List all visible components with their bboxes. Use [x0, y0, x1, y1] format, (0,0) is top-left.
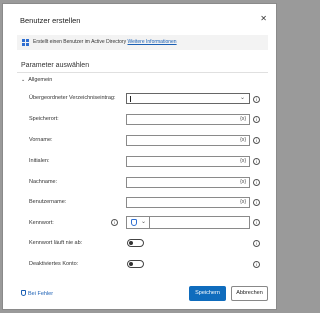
close-icon[interactable]: ✕: [260, 15, 267, 23]
variable-icon[interactable]: {x}: [240, 179, 246, 185]
lastname-field[interactable]: {x}: [126, 177, 250, 188]
disabled-account-label: Deaktiviertes Konto:: [29, 261, 79, 267]
variable-icon[interactable]: {x}: [240, 199, 246, 205]
toggle-knob: [129, 262, 133, 266]
info-description: Erstellt einen Benutzer im Active Direct…: [33, 39, 127, 45]
info-icon[interactable]: i: [253, 261, 260, 268]
shield-icon: [21, 290, 26, 296]
location-label: Speicherort:: [29, 116, 59, 122]
password-field[interactable]: [150, 216, 250, 229]
initials-label: Initialen:: [29, 158, 50, 164]
windows-icon: [22, 39, 29, 46]
password-type-dropdown[interactable]: ⌄: [126, 216, 150, 229]
chevron-down-icon: ⌄: [21, 77, 26, 83]
more-info-link[interactable]: Weitere Informationen: [127, 39, 176, 45]
on-error-label: Bei Fehler: [28, 291, 54, 297]
username-field[interactable]: {x}: [126, 197, 250, 208]
info-icon[interactable]: i: [253, 158, 260, 165]
firstname-field[interactable]: {x}: [126, 135, 250, 146]
username-label: Benutzername:: [29, 199, 67, 205]
location-field[interactable]: {x}: [126, 114, 250, 125]
variable-icon[interactable]: {x}: [240, 137, 246, 143]
info-icon[interactable]: i: [253, 199, 260, 206]
shield-icon: [131, 219, 137, 226]
info-icon[interactable]: i: [253, 137, 260, 144]
chevron-down-icon: ⌄: [140, 219, 146, 225]
group-general[interactable]: ⌄ Allgemein: [21, 77, 52, 83]
parent-entry-dropdown[interactable]: ⌄: [126, 93, 250, 104]
info-text: Erstellt einen Benutzer im Active Direct…: [33, 35, 177, 50]
group-label: Allgemein: [28, 77, 53, 83]
parent-entry-label: Übergeordneter Verzeichniseintrag:: [29, 95, 116, 101]
save-button[interactable]: Speichern: [189, 286, 226, 301]
dialog-title: Benutzer erstellen: [20, 16, 81, 25]
divider: [17, 72, 268, 73]
initials-field[interactable]: {x}: [126, 156, 250, 167]
cancel-button[interactable]: Abbrechen: [231, 286, 268, 301]
never-expires-label: Kennwort läuft nie ab:: [29, 240, 83, 246]
on-error-link[interactable]: Bei Fehler: [21, 290, 53, 297]
info-icon[interactable]: i: [253, 116, 260, 123]
section-title: Parameter auswählen: [21, 62, 90, 69]
lastname-label: Nachname:: [29, 179, 58, 185]
password-label: Kennwort:: [29, 220, 54, 226]
firstname-label: Vorname:: [29, 137, 53, 143]
info-bar: Erstellt einen Benutzer im Active Direct…: [17, 35, 268, 50]
info-icon[interactable]: i: [253, 219, 260, 226]
text-cursor: [130, 96, 131, 102]
toggle-knob: [129, 241, 133, 245]
info-icon[interactable]: i: [253, 240, 260, 247]
chevron-down-icon: ⌄: [239, 95, 245, 101]
never-expires-toggle[interactable]: [127, 239, 144, 247]
info-icon[interactable]: i: [253, 96, 260, 103]
info-icon[interactable]: i: [253, 179, 260, 186]
variable-icon[interactable]: {x}: [240, 116, 246, 122]
info-icon[interactable]: i: [111, 219, 118, 226]
create-user-dialog: Benutzer erstellen ✕ Erstellt einen Benu…: [2, 3, 277, 310]
disabled-account-toggle[interactable]: [127, 260, 144, 268]
variable-icon[interactable]: {x}: [240, 158, 246, 164]
